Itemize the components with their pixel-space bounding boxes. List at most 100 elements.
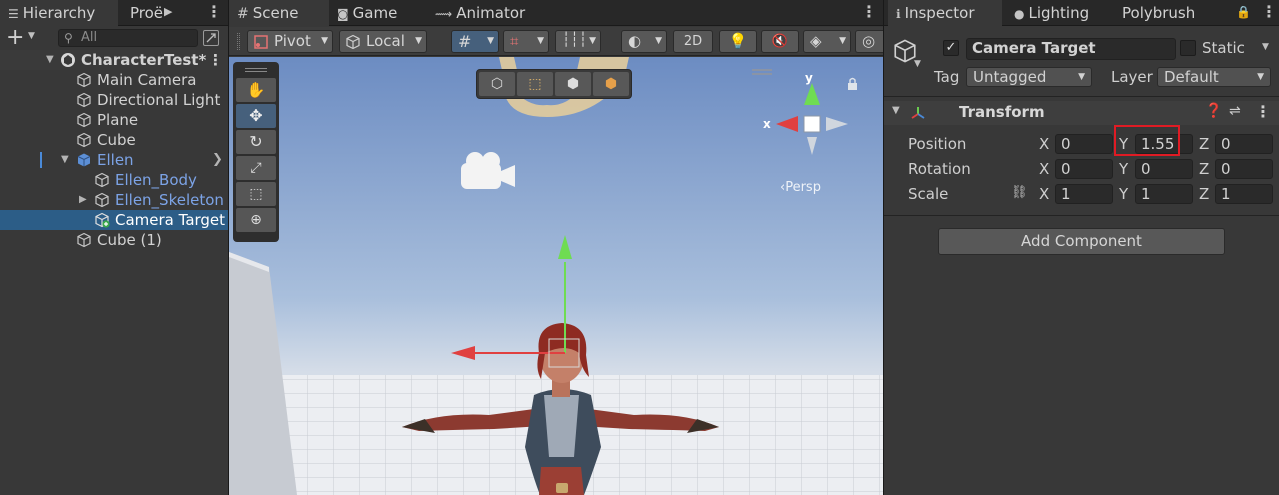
hierarchy-toolbar: + ▼ ⚲ All [0,25,228,50]
tab-polybrush[interactable]: Polybrush [1114,0,1214,26]
static-checkbox[interactable] [1180,40,1196,56]
icon-dropdown-icon[interactable]: ▼ [914,59,921,69]
tab-scene[interactable]: # Scene [229,0,329,26]
tool-rect-button[interactable]: ⬚ [517,72,553,96]
position-z-axis-label[interactable]: Z [1199,135,1209,153]
hierarchy-item-ellen-skeleton[interactable]: ▶ Ellen_Skeleton [0,190,228,210]
add-component-button[interactable]: Add Component [938,228,1225,255]
position-x-field[interactable]: 0 [1055,134,1113,154]
rotation-y-axis-label[interactable]: Y [1119,160,1128,178]
hierarchy-item-ellen-body[interactable]: Ellen_Body [0,170,228,190]
tool-default-button[interactable]: ⬡ [479,72,515,96]
cube-edit-icon: ⬢ [566,76,580,92]
hierarchy-item-camera-target[interactable]: Camera Target [0,210,228,230]
local-cube-icon [346,34,360,50]
scale-y-field[interactable]: 1 [1135,184,1193,204]
rotation-x-axis-label[interactable]: X [1039,160,1049,178]
hierarchy-item-main-camera[interactable]: Main Camera [0,70,228,90]
rotation-x-field[interactable]: 0 [1055,159,1113,179]
rect-tool-button[interactable]: ⬚ [236,182,276,206]
tag-dropdown[interactable]: Untagged ▼ [966,67,1092,87]
help-icon[interactable]: ❓ [1205,103,1222,119]
palette-handle[interactable] [245,68,267,69]
hierarchy-item-plane[interactable]: Plane [0,110,228,130]
scene-menu-icon[interactable]: ⋮ [861,0,877,26]
rotation-y-field[interactable]: 0 [1135,159,1193,179]
visibility-toggle[interactable]: ◎ [855,30,883,53]
tool-shape-button[interactable]: ⬢ [593,72,629,96]
scene-menu-icon[interactable]: ⋮ [208,50,223,70]
pivot-dropdown[interactable]: Pivot ▼ [247,30,333,53]
scene-visibility-icon[interactable] [203,30,219,46]
tab-lighting[interactable]: ● Lighting [1006,0,1114,26]
scale-x-field[interactable]: 1 [1055,184,1113,204]
tab-animator[interactable]: ⟿ Animator [427,0,547,26]
scale-x-axis-label[interactable]: X [1039,185,1049,203]
rotation-label: Rotation [908,160,971,178]
tab-overflow-arrow-icon[interactable]: ▶ [164,0,172,26]
lighting-toggle[interactable]: 💡 [719,30,757,53]
scale-tool-button[interactable]: ⤢ [236,156,276,180]
position-x-axis-label[interactable]: X [1039,135,1049,153]
layer-dropdown[interactable]: Default ▼ [1157,67,1271,87]
transform-tool-button[interactable]: ⊕ [236,208,276,232]
static-dropdown-icon[interactable]: ▼ [1262,42,1269,52]
hierarchy-search[interactable]: ⚲ All [58,29,198,47]
rotation-z-field[interactable]: 0 [1215,159,1273,179]
rotation-z-axis-label[interactable]: Z [1199,160,1209,178]
gameobject-cube-icon [77,72,91,88]
cube-solid-icon: ⬢ [604,76,618,92]
mute-icon: 🔇 [771,34,789,49]
collapse-arrow-icon[interactable]: ▼ [892,105,900,116]
lock-icon[interactable]: 🔒 [1236,0,1251,26]
shading-mode-dropdown[interactable]: ◐ ▼ [621,30,667,53]
scale-y-axis-label[interactable]: Y [1119,185,1128,203]
hierarchy-item-cube-1[interactable]: Cube (1) [0,230,228,250]
hand-tool-button[interactable]: ✋ [236,78,276,102]
scale-z-axis-label[interactable]: Z [1199,185,1209,203]
component-menu-icon[interactable]: ⋮ [1255,102,1271,121]
hierarchy-item-ellen[interactable]: ▼ Ellen ❯ [0,150,228,170]
move-tool-button[interactable]: ✥ [236,104,276,128]
inspector-menu-icon[interactable]: ⋮ [1261,0,1277,26]
scene-render[interactable]: y x ‹Persp [229,57,883,495]
tab-inspector[interactable]: ℹ Inspector [888,0,1002,26]
presets-sliders-icon[interactable]: ⇌ [1229,103,1241,119]
constrain-proportions-link-icon[interactable]: ⛓ [1011,185,1028,200]
active-checkbox[interactable]: ✓ [943,40,959,56]
add-icon[interactable]: + [6,25,24,50]
drag-handle-icon[interactable] [237,33,240,50]
expand-arrow-icon[interactable]: ▶ [79,190,87,210]
open-prefab-arrow-icon[interactable]: ❯ [212,150,223,170]
audio-toggle[interactable]: 🔇 [761,30,799,53]
persp-label[interactable]: ‹Persp [780,180,821,195]
hierarchy-item-cube[interactable]: Cube [0,130,228,150]
collapse-arrow-icon[interactable]: ▼ [61,150,69,170]
transform-header[interactable]: ▼ Transform ❓ ⇌ ⋮ [884,101,1279,125]
grid-snap-toggle[interactable]: # ▼ [451,30,499,53]
increment-snap-toggle[interactable]: ⌗ ▼ [503,30,549,53]
tab-hierarchy[interactable]: ☰ Hierarchy [0,0,118,26]
static-label: Static [1202,39,1245,57]
hierarchy-menu-icon[interactable]: ⋮ [206,0,222,26]
position-z-field[interactable]: 0 [1215,134,1273,154]
scene-root-row[interactable]: ▼ CharacterTest* ⋮ [0,50,228,70]
2d-toggle[interactable]: 2D [673,30,713,53]
collapse-arrow-icon[interactable]: ▼ [46,50,54,70]
tool-palette: ✋ ✥ ↻ ⤢ ⬚ ⊕ [233,62,279,242]
local-dropdown[interactable]: Local ▼ [339,30,427,53]
add-dropdown-icon[interactable]: ▼ [28,31,35,41]
ruler-dropdown[interactable]: ┆┆┆ ▼ [555,30,601,53]
layer-label: Layer [1111,68,1153,86]
scale-z-field[interactable]: 1 [1215,184,1273,204]
tab-game[interactable]: ◙ Game [329,0,425,26]
gizmo-x-label: x [763,117,771,131]
gameobject-cube-icon [95,192,109,208]
scene-viewport[interactable]: y x ‹Persp ✋ ✥ ↻ ⤢ ⬚ ⊕ ⬡ ⬚ ⬢ ⬢ [229,57,883,495]
object-name-field[interactable]: Camera Target [966,38,1176,60]
tool-bounds-button[interactable]: ⬢ [555,72,591,96]
effects-dropdown[interactable]: ◈ ▼ [803,30,851,53]
ruler-icon: ┆┆┆ [562,32,588,48]
rotate-tool-button[interactable]: ↻ [236,130,276,154]
hierarchy-item-directional-light[interactable]: Directional Light [0,90,228,110]
